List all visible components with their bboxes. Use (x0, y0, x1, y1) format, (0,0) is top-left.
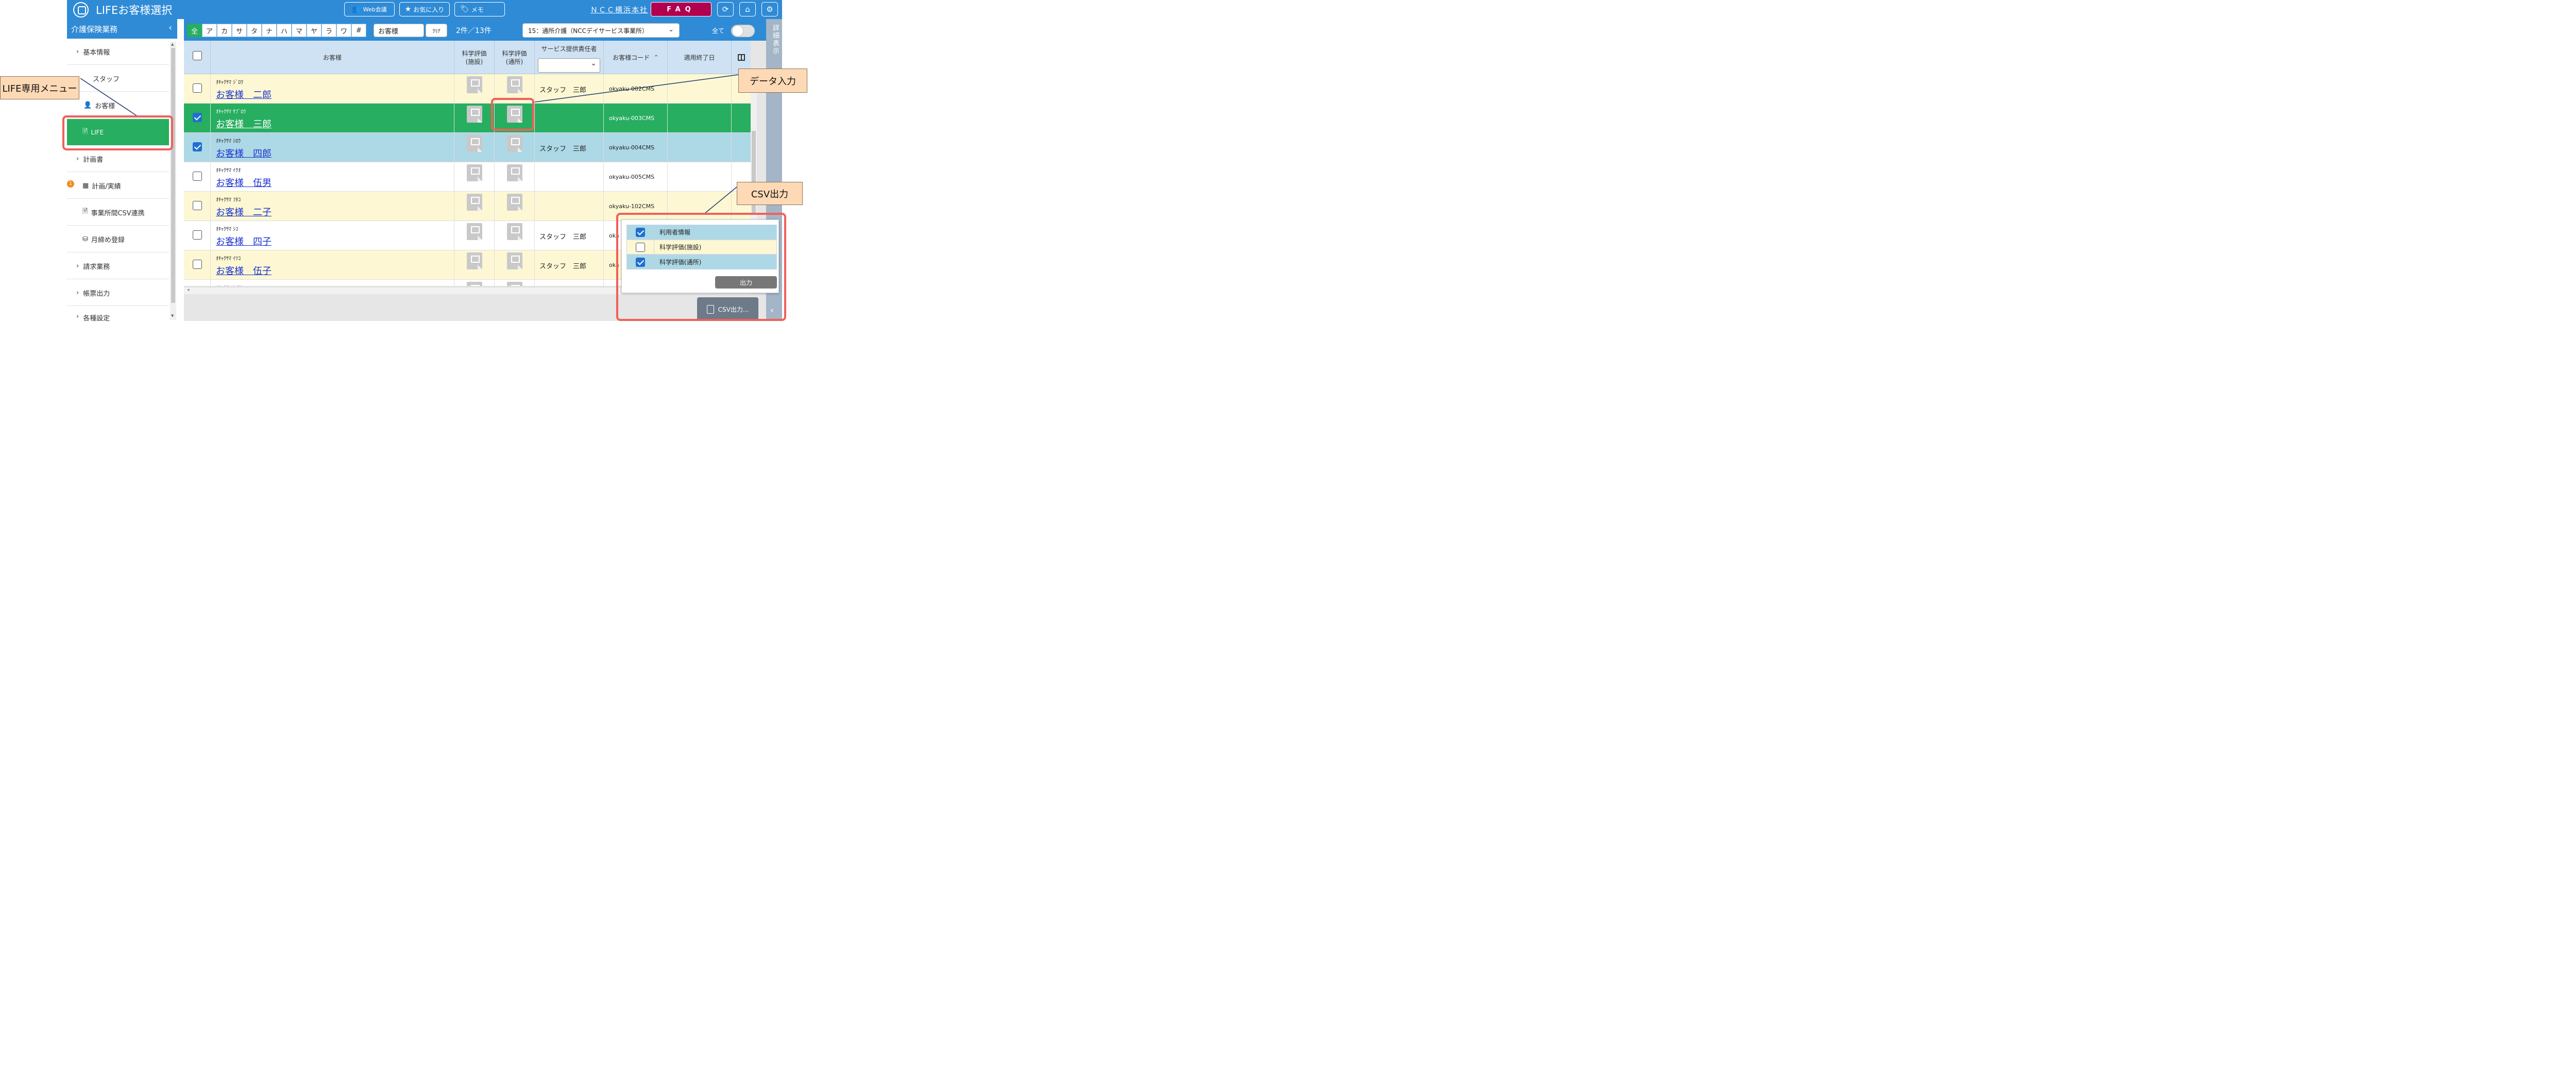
life-menu-highlight (62, 115, 173, 150)
csv-output-highlight (616, 213, 786, 321)
callout-life-menu: LIFE専用メニュー (0, 76, 79, 99)
callout-data-entry: データ入力 (738, 69, 807, 93)
data-entry-highlight (491, 98, 534, 131)
callout-csv-output: CSV出力 (737, 182, 803, 205)
